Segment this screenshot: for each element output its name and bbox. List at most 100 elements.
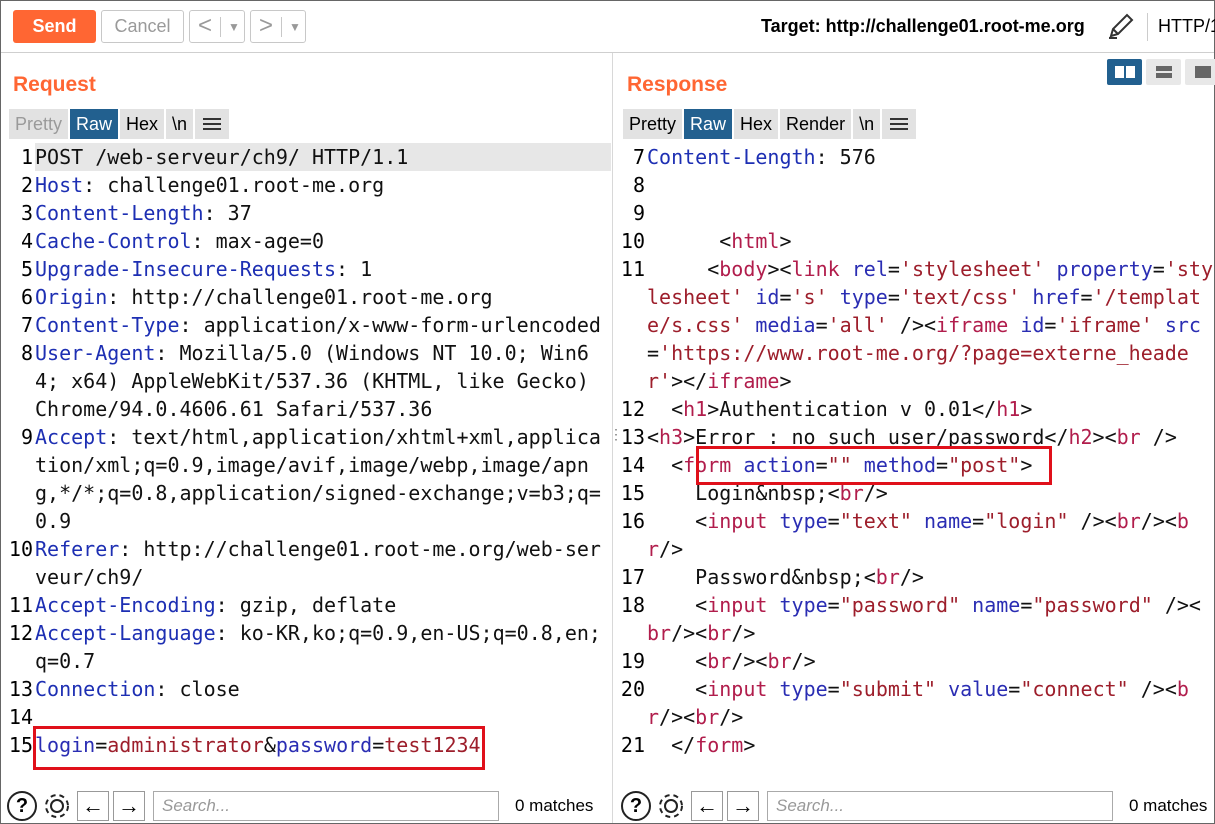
code-line: 8 bbox=[617, 171, 1213, 199]
line-content: Login&nbsp;<br/> bbox=[647, 481, 888, 505]
line-content: Origin: http://challenge01.root-me.org bbox=[35, 285, 493, 309]
line-content: Password&nbsp;<br/> bbox=[647, 565, 924, 589]
search-input[interactable]: Search... bbox=[767, 791, 1113, 821]
match-count: 0 matches bbox=[515, 796, 594, 815]
line-number: 17 bbox=[620, 565, 645, 589]
line-content: <input type="text" name="login" /><br/><… bbox=[647, 509, 1189, 561]
code-line: 11 Accept-Encoding: gzip, deflate bbox=[5, 591, 611, 619]
protocol-label[interactable]: HTTP/1 bbox=[1158, 16, 1215, 37]
menu-button[interactable] bbox=[882, 109, 919, 139]
code-line: 4 Cache-Control: max-age=0 bbox=[5, 227, 611, 255]
history-back-button[interactable]: < ▼ bbox=[189, 10, 245, 43]
code-line: 18 <input type="password" name="password… bbox=[617, 591, 1213, 647]
line-number: 13 bbox=[620, 425, 645, 449]
code-line: 9 bbox=[617, 199, 1213, 227]
line-number: 14 bbox=[620, 453, 645, 477]
layout-stacked-button[interactable] bbox=[1146, 59, 1181, 85]
line-content: Upgrade-Insecure-Requests: 1 bbox=[35, 257, 373, 281]
layout-tabs-button[interactable] bbox=[1185, 59, 1215, 85]
help-icon[interactable]: ? bbox=[7, 791, 37, 821]
line-content: Connection: close bbox=[35, 677, 240, 701]
line-number: 16 bbox=[620, 509, 645, 533]
response-search-bar: ? ← → Search... 0 matches bbox=[621, 787, 1215, 824]
line-number: 4 bbox=[20, 229, 33, 253]
line-number: 15 bbox=[620, 481, 645, 505]
line-content: <html> bbox=[647, 229, 792, 253]
tab-pretty[interactable]: Pretty bbox=[623, 109, 685, 139]
next-match-button[interactable]: → bbox=[113, 791, 145, 821]
code-line: 20 <input type="submit" value="connect" … bbox=[617, 675, 1213, 731]
code-line: 14 bbox=[5, 703, 611, 731]
divider bbox=[1147, 13, 1148, 41]
tab-newline-toggle[interactable]: \n bbox=[166, 109, 196, 139]
line-number: 21 bbox=[620, 733, 645, 757]
tab-hex[interactable]: Hex bbox=[734, 109, 781, 139]
code-line: 21 </form> bbox=[617, 731, 1213, 759]
line-content: Host: challenge01.root-me.org bbox=[35, 173, 385, 197]
menu-button[interactable] bbox=[195, 109, 232, 139]
tab-hex[interactable]: Hex bbox=[120, 109, 167, 139]
tab-render[interactable]: Render bbox=[780, 109, 854, 139]
line-number: 8 bbox=[632, 173, 645, 197]
code-line: 11 <body><link rel='stylesheet' property… bbox=[617, 255, 1213, 395]
line-number: 18 bbox=[620, 593, 645, 617]
cancel-button[interactable]: Cancel bbox=[101, 10, 184, 43]
next-match-button[interactable]: → bbox=[727, 791, 759, 821]
target-label: Target: http://challenge01.root-me.org bbox=[761, 16, 1085, 36]
layout-side-by-side-button[interactable] bbox=[1107, 59, 1142, 85]
history-forward-button[interactable]: > ▼ bbox=[250, 10, 306, 43]
line-number: 10 bbox=[620, 229, 645, 253]
code-line: 16 <input type="text" name="login" /><br… bbox=[617, 507, 1213, 563]
line-number: 2 bbox=[20, 173, 33, 197]
line-content: Accept-Language: ko-KR,ko;q=0.9,en-US;q=… bbox=[35, 621, 601, 673]
line-content: Referer: http://challenge01.root-me.org/… bbox=[35, 537, 601, 589]
request-search-bar: ? ← → Search... 0 matches bbox=[7, 787, 607, 824]
line-number: 20 bbox=[620, 677, 645, 701]
pencil-icon[interactable] bbox=[1105, 10, 1137, 42]
search-input[interactable]: Search... bbox=[153, 791, 499, 821]
gear-icon[interactable] bbox=[41, 790, 73, 822]
line-number: 11 bbox=[620, 257, 645, 281]
line-number: 7 bbox=[20, 313, 33, 337]
line-number: 7 bbox=[632, 145, 645, 169]
tab-raw[interactable]: Raw bbox=[684, 109, 735, 139]
chevron-left-icon: < bbox=[198, 12, 213, 39]
hamburger-icon bbox=[890, 118, 909, 130]
line-content: <input type="password" name="password" /… bbox=[647, 593, 1201, 645]
tab-newline-toggle[interactable]: \n bbox=[853, 109, 883, 139]
line-number: 10 bbox=[8, 537, 33, 561]
line-content: <h3>Error : no such user/password</h2><b… bbox=[647, 425, 1177, 449]
line-number: 13 bbox=[8, 677, 33, 701]
response-view-tabs: Pretty Raw Hex Render \n bbox=[623, 109, 919, 139]
line-content: POST /web-serveur/ch9/ HTTP/1.1 bbox=[35, 143, 611, 171]
code-line: 9 Accept: text/html,application/xhtml+xml… bbox=[5, 423, 611, 535]
line-content bbox=[647, 171, 1213, 199]
line-content: <body><link rel='stylesheet' property='s… bbox=[647, 257, 1213, 393]
line-number: 12 bbox=[620, 397, 645, 421]
line-number: 6 bbox=[20, 285, 33, 309]
code-line: 2 Host: challenge01.root-me.org bbox=[5, 171, 611, 199]
line-content: Cache-Control: max-age=0 bbox=[35, 229, 324, 253]
rows-icon bbox=[1155, 66, 1172, 78]
tab-pretty[interactable]: Pretty bbox=[9, 109, 71, 139]
response-viewer[interactable]: 7 Content-Length: 576 8 9 10 <html> 11 <body>… bbox=[617, 143, 1213, 785]
previous-match-button[interactable]: ← bbox=[691, 791, 723, 821]
gear-icon[interactable] bbox=[655, 790, 687, 822]
line-content: User-Agent: Mozilla/5.0 (Windows NT 10.0… bbox=[35, 341, 601, 421]
previous-match-button[interactable]: ← bbox=[77, 791, 109, 821]
chevron-down-icon[interactable]: ▼ bbox=[289, 13, 301, 41]
line-content bbox=[647, 199, 1213, 227]
send-button[interactable]: Send bbox=[13, 10, 96, 43]
request-editor[interactable]: 1 POST /web-serveur/ch9/ HTTP/1.1 2 Host: c… bbox=[5, 143, 611, 785]
help-icon[interactable]: ? bbox=[621, 791, 651, 821]
tab-raw[interactable]: Raw bbox=[70, 109, 121, 139]
code-line: 7 Content-Type: application/x-www-form-ur… bbox=[5, 311, 611, 339]
code-line: 12 <h1>Authentication v 0.01</h1> bbox=[617, 395, 1213, 423]
chevron-down-icon[interactable]: ▼ bbox=[228, 13, 240, 41]
line-number: 1 bbox=[20, 145, 33, 169]
line-content: <input type="submit" value="connect" /><… bbox=[647, 677, 1189, 729]
code-line: 10 <html> bbox=[617, 227, 1213, 255]
line-number: 19 bbox=[620, 649, 645, 673]
code-line: 12 Accept-Language: ko-KR,ko;q=0.9,en-US;… bbox=[5, 619, 611, 675]
code-line: 19 <br/><br/> bbox=[617, 647, 1213, 675]
